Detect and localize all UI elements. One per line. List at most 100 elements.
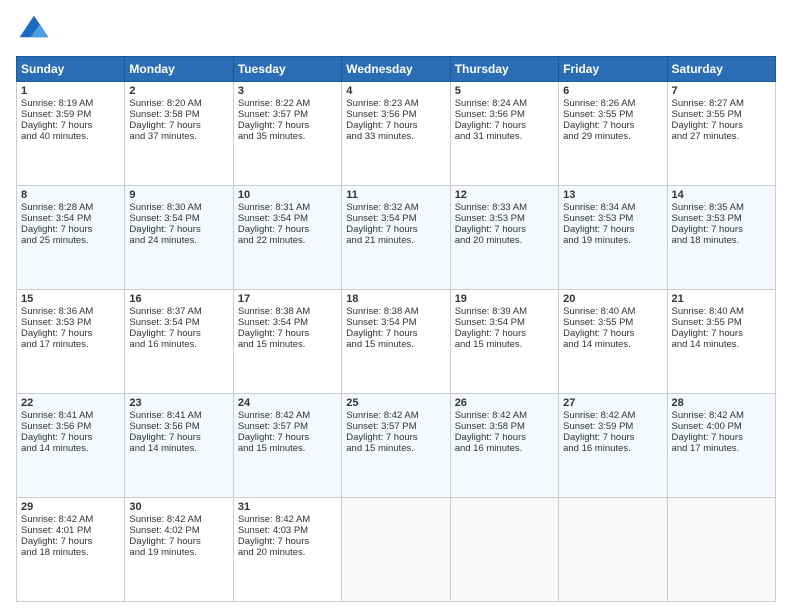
day-info: Daylight: 7 hours xyxy=(672,432,771,443)
day-info: Sunrise: 8:42 AM xyxy=(238,410,337,421)
day-info: Sunset: 3:54 PM xyxy=(346,317,445,328)
day-info: Sunrise: 8:42 AM xyxy=(21,514,120,525)
day-info: Sunrise: 8:41 AM xyxy=(21,410,120,421)
day-number: 2 xyxy=(129,85,228,97)
day-info: Sunset: 3:56 PM xyxy=(21,421,120,432)
table-row: 17Sunrise: 8:38 AMSunset: 3:54 PMDayligh… xyxy=(233,290,341,394)
day-info: Sunset: 3:55 PM xyxy=(672,317,771,328)
day-info: Sunrise: 8:23 AM xyxy=(346,98,445,109)
day-number: 25 xyxy=(346,397,445,409)
day-info: and 15 minutes. xyxy=(346,339,445,350)
day-number: 22 xyxy=(21,397,120,409)
table-row: 29Sunrise: 8:42 AMSunset: 4:01 PMDayligh… xyxy=(17,498,125,602)
day-info: Daylight: 7 hours xyxy=(455,120,554,131)
day-number: 30 xyxy=(129,501,228,513)
day-info: Daylight: 7 hours xyxy=(21,120,120,131)
day-number: 16 xyxy=(129,293,228,305)
day-info: Sunset: 3:56 PM xyxy=(346,109,445,120)
day-info: and 37 minutes. xyxy=(129,131,228,142)
day-info: Daylight: 7 hours xyxy=(129,536,228,547)
day-info: Sunset: 3:53 PM xyxy=(455,213,554,224)
day-info: Daylight: 7 hours xyxy=(346,432,445,443)
day-info: Daylight: 7 hours xyxy=(455,328,554,339)
day-info: and 20 minutes. xyxy=(455,235,554,246)
day-number: 6 xyxy=(563,85,662,97)
day-info: Sunset: 3:53 PM xyxy=(563,213,662,224)
day-info: and 14 minutes. xyxy=(21,443,120,454)
table-row: 28Sunrise: 8:42 AMSunset: 4:00 PMDayligh… xyxy=(667,394,775,498)
day-info: Sunset: 4:00 PM xyxy=(672,421,771,432)
day-info: Sunrise: 8:37 AM xyxy=(129,306,228,317)
day-info: and 18 minutes. xyxy=(672,235,771,246)
day-info: Sunset: 3:59 PM xyxy=(563,421,662,432)
day-info: and 16 minutes. xyxy=(563,443,662,454)
day-number: 5 xyxy=(455,85,554,97)
col-saturday: Saturday xyxy=(667,57,775,82)
day-info: Sunrise: 8:38 AM xyxy=(346,306,445,317)
table-row: 22Sunrise: 8:41 AMSunset: 3:56 PMDayligh… xyxy=(17,394,125,498)
col-thursday: Thursday xyxy=(450,57,558,82)
day-info: and 15 minutes. xyxy=(346,443,445,454)
day-info: Sunset: 3:54 PM xyxy=(238,213,337,224)
day-info: and 14 minutes. xyxy=(563,339,662,350)
day-info: Daylight: 7 hours xyxy=(238,432,337,443)
day-info: and 22 minutes. xyxy=(238,235,337,246)
day-info: Sunrise: 8:41 AM xyxy=(129,410,228,421)
day-info: and 35 minutes. xyxy=(238,131,337,142)
calendar-week-row: 22Sunrise: 8:41 AMSunset: 3:56 PMDayligh… xyxy=(17,394,776,498)
day-info: Sunset: 4:01 PM xyxy=(21,525,120,536)
day-info: and 15 minutes. xyxy=(238,339,337,350)
day-info: Daylight: 7 hours xyxy=(346,224,445,235)
table-row: 27Sunrise: 8:42 AMSunset: 3:59 PMDayligh… xyxy=(559,394,667,498)
day-info: Sunset: 3:55 PM xyxy=(563,317,662,328)
day-info: and 19 minutes. xyxy=(129,547,228,558)
day-info: Daylight: 7 hours xyxy=(238,536,337,547)
day-info: and 18 minutes. xyxy=(21,547,120,558)
day-info: Daylight: 7 hours xyxy=(346,328,445,339)
day-info: Sunrise: 8:42 AM xyxy=(563,410,662,421)
day-info: Sunrise: 8:27 AM xyxy=(672,98,771,109)
calendar-header-row: Sunday Monday Tuesday Wednesday Thursday… xyxy=(17,57,776,82)
day-info: Sunrise: 8:38 AM xyxy=(238,306,337,317)
day-info: Sunset: 3:58 PM xyxy=(455,421,554,432)
table-row: 25Sunrise: 8:42 AMSunset: 3:57 PMDayligh… xyxy=(342,394,450,498)
day-info: Daylight: 7 hours xyxy=(129,120,228,131)
day-info: Sunrise: 8:42 AM xyxy=(129,514,228,525)
day-info: and 20 minutes. xyxy=(238,547,337,558)
calendar-week-row: 8Sunrise: 8:28 AMSunset: 3:54 PMDaylight… xyxy=(17,186,776,290)
day-info: Daylight: 7 hours xyxy=(672,328,771,339)
day-info: Sunrise: 8:39 AM xyxy=(455,306,554,317)
day-info: and 15 minutes. xyxy=(238,443,337,454)
col-wednesday: Wednesday xyxy=(342,57,450,82)
calendar-table: Sunday Monday Tuesday Wednesday Thursday… xyxy=(16,56,776,602)
table-row: 2Sunrise: 8:20 AMSunset: 3:58 PMDaylight… xyxy=(125,82,233,186)
table-row: 20Sunrise: 8:40 AMSunset: 3:55 PMDayligh… xyxy=(559,290,667,394)
day-info: Sunrise: 8:40 AM xyxy=(563,306,662,317)
day-info: Daylight: 7 hours xyxy=(238,328,337,339)
calendar-week-row: 29Sunrise: 8:42 AMSunset: 4:01 PMDayligh… xyxy=(17,498,776,602)
day-number: 28 xyxy=(672,397,771,409)
day-number: 17 xyxy=(238,293,337,305)
day-info: Sunset: 3:58 PM xyxy=(129,109,228,120)
day-number: 15 xyxy=(21,293,120,305)
day-info: and 14 minutes. xyxy=(672,339,771,350)
day-number: 20 xyxy=(563,293,662,305)
header xyxy=(16,12,776,48)
day-info: Daylight: 7 hours xyxy=(455,224,554,235)
table-row: 5Sunrise: 8:24 AMSunset: 3:56 PMDaylight… xyxy=(450,82,558,186)
day-info: Sunset: 3:57 PM xyxy=(346,421,445,432)
day-info: Daylight: 7 hours xyxy=(21,224,120,235)
day-info: Daylight: 7 hours xyxy=(672,224,771,235)
day-info: and 15 minutes. xyxy=(455,339,554,350)
day-info: Sunset: 3:54 PM xyxy=(129,213,228,224)
day-info: and 40 minutes. xyxy=(21,131,120,142)
logo-icon xyxy=(16,12,52,48)
table-row: 13Sunrise: 8:34 AMSunset: 3:53 PMDayligh… xyxy=(559,186,667,290)
day-info: Sunset: 3:55 PM xyxy=(563,109,662,120)
day-info: Sunset: 3:55 PM xyxy=(672,109,771,120)
day-info: Sunrise: 8:30 AM xyxy=(129,202,228,213)
day-info: Sunset: 4:03 PM xyxy=(238,525,337,536)
calendar-week-row: 1Sunrise: 8:19 AMSunset: 3:59 PMDaylight… xyxy=(17,82,776,186)
table-row: 7Sunrise: 8:27 AMSunset: 3:55 PMDaylight… xyxy=(667,82,775,186)
day-info: Daylight: 7 hours xyxy=(672,120,771,131)
